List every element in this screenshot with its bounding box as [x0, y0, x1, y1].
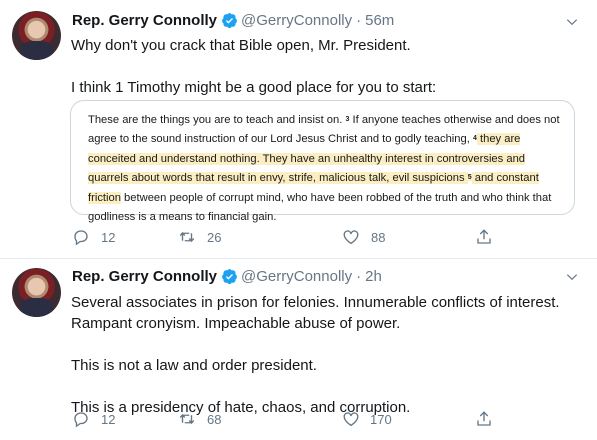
tweet-text: Several associates in prison for felonie…: [71, 292, 583, 418]
tweet-text: Why don't you crack that Bible open, Mr.…: [71, 35, 583, 98]
tweet-header: Rep. Gerry Connolly @GerryConnolly · 56m: [72, 12, 394, 29]
avatar[interactable]: [12, 268, 61, 317]
chevron-down-icon[interactable]: [565, 270, 579, 284]
reply-count: 12: [101, 411, 116, 427]
verified-badge-icon: [222, 269, 237, 285]
verified-badge-icon: [222, 13, 237, 29]
author-name[interactable]: Rep. Gerry Connolly: [72, 268, 217, 285]
retweet-button[interactable]: 68: [178, 410, 221, 428]
scripture-text: These are the things you are to teach an…: [88, 111, 566, 227]
card-segment: These are the things you are to teach an…: [88, 114, 346, 126]
attached-image-card[interactable]: These are the things you are to teach an…: [70, 100, 575, 223]
timestamp[interactable]: 2h: [365, 268, 382, 285]
retweet-count: 68: [207, 411, 222, 427]
share-button[interactable]: [475, 410, 493, 428]
tweet-text-line: Several associates in prison for felonie…: [71, 294, 560, 332]
tweet-actions: 12 68 170: [72, 410, 502, 430]
avatar[interactable]: [12, 11, 61, 60]
author-name[interactable]: Rep. Gerry Connolly: [72, 12, 217, 29]
share-icon: [477, 411, 491, 426]
retweet-icon: [179, 231, 195, 243]
author-handle[interactable]: @GerryConnolly: [241, 12, 352, 29]
reply-button[interactable]: 12: [72, 410, 115, 428]
like-count: 170: [370, 411, 392, 427]
verse-number: 5: [467, 174, 472, 182]
like-button[interactable]: 170: [342, 410, 392, 428]
chevron-down-icon[interactable]: [565, 15, 579, 29]
like-count: 88: [371, 229, 386, 245]
author-handle[interactable]: @GerryConnolly: [241, 268, 352, 285]
retweet-icon: [179, 413, 195, 425]
share-button[interactable]: [475, 228, 493, 246]
card-segment: between people of corrupt mind, who have…: [88, 191, 552, 224]
timestamp[interactable]: 56m: [365, 12, 394, 29]
tweet-text-line: Why don't you crack that Bible open, Mr.…: [71, 37, 411, 54]
separator-dot: ·: [356, 268, 362, 285]
tweet-header: Rep. Gerry Connolly @GerryConnolly · 2h: [72, 268, 382, 285]
verse-number: 4: [472, 135, 477, 143]
tweet-text-line: I think 1 Timothy might be a good place …: [71, 79, 437, 96]
reply-icon: [74, 412, 88, 428]
heart-icon: [343, 412, 359, 427]
reply-count: 12: [101, 229, 116, 245]
separator-dot: ·: [356, 12, 362, 29]
tweet-text-line: This is not a law and order president.: [71, 357, 317, 374]
reply-icon: [74, 230, 88, 246]
share-icon: [477, 229, 491, 244]
like-button[interactable]: 88: [342, 228, 385, 246]
tweet-actions: 12 26 88: [72, 228, 502, 248]
tweet[interactable]: Rep. Gerry Connolly @GerryConnolly · 56m…: [0, 0, 597, 259]
reply-button[interactable]: 12: [72, 228, 115, 246]
verse-number: 3: [345, 116, 350, 123]
tweet[interactable]: Rep. Gerry Connolly @GerryConnolly · 2h …: [0, 259, 597, 440]
retweet-count: 26: [207, 229, 222, 245]
retweet-button[interactable]: 26: [178, 228, 221, 246]
heart-icon: [343, 230, 359, 245]
